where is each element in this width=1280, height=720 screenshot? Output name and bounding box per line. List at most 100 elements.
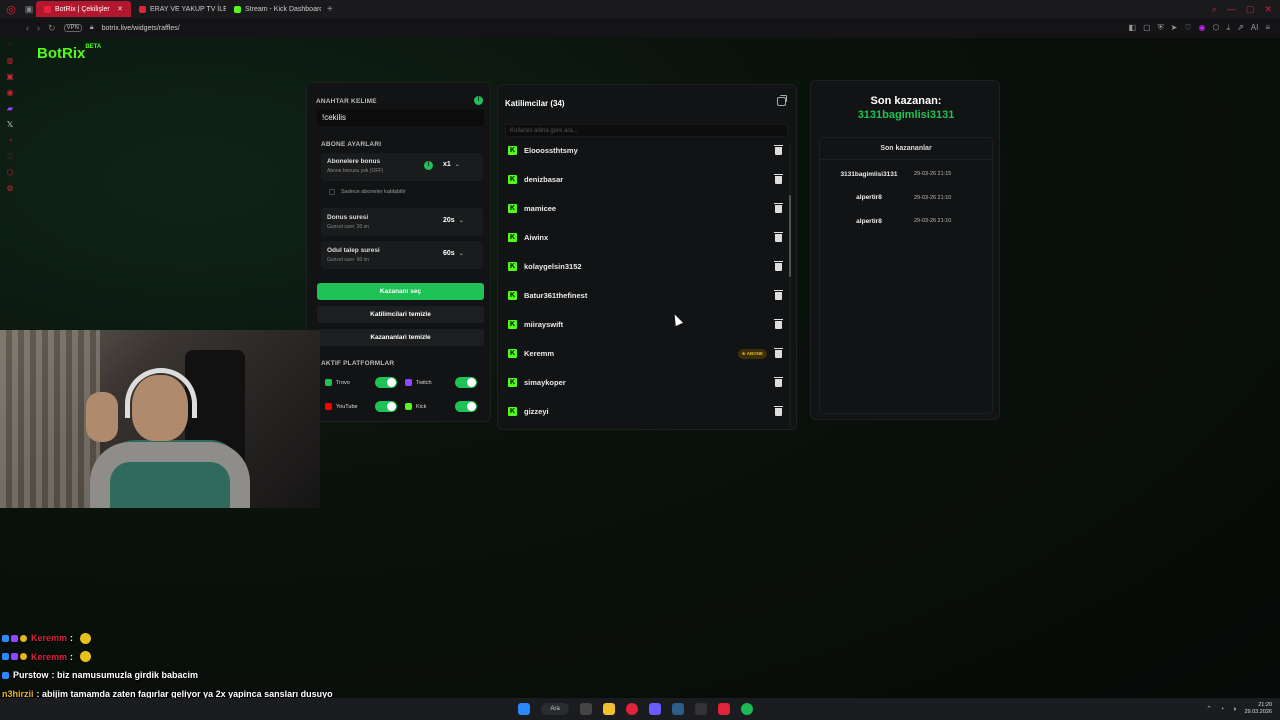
trash-icon[interactable] [774, 202, 783, 213]
trash-icon[interactable] [774, 318, 783, 329]
trash-icon[interactable] [774, 289, 783, 300]
task-view-icon[interactable] [580, 703, 592, 715]
badge-icon [11, 653, 18, 661]
trash-icon[interactable] [774, 376, 783, 387]
new-tab-button[interactable]: + [321, 4, 339, 15]
webcam-overlay [0, 330, 320, 508]
sub-bonus-info-icon[interactable]: ! [424, 161, 433, 170]
platform-toggle[interactable] [455, 401, 477, 412]
participants-scrollbar[interactable] [789, 145, 791, 427]
maximize-icon[interactable]: ▢ [1246, 4, 1255, 15]
platform-toggle[interactable] [455, 377, 477, 388]
instagram-icon[interactable]: ▣ [6, 72, 14, 81]
trash-icon[interactable] [774, 405, 783, 416]
messenger-icon[interactable]: ◍ [7, 56, 14, 65]
discord-icon[interactable] [649, 703, 661, 715]
info-icon[interactable]: ! [474, 96, 483, 105]
platform-kick: Kick [405, 401, 477, 412]
winner-date: 29-03-26 21:10 [914, 218, 952, 224]
participants-scroll-thumb[interactable] [789, 195, 791, 277]
platform-toggle[interactable] [375, 377, 397, 388]
chat-username: Keremm [31, 633, 68, 644]
botrix-logo[interactable]: BotRixBETA [37, 44, 101, 62]
reload-icon[interactable]: ↻ [48, 23, 56, 34]
browser-tab[interactable]: BotRix | Çekilişler ✕ [36, 1, 131, 17]
pick-winner-button[interactable]: Kazananı seç [317, 283, 484, 300]
heart-icon[interactable]: ♡ [1184, 23, 1191, 33]
opera-taskbar-icon[interactable] [626, 703, 638, 715]
clear-participants-button[interactable]: Katilimcilari temizle [317, 306, 484, 323]
platform-toggle[interactable] [375, 401, 397, 412]
workspaces-icon[interactable]: ▣ [22, 4, 36, 15]
duration-select[interactable]: 20s ⌄ [443, 217, 464, 224]
taskbar-search[interactable]: Ara [541, 703, 569, 715]
clock[interactable]: 21:20 29.03.2026 [1244, 702, 1272, 716]
cube-icon[interactable]: ⬡ [1213, 23, 1220, 33]
share-icon[interactable]: ⇗ [1237, 23, 1244, 33]
menu-icon[interactable]: ≡ [1265, 23, 1270, 33]
trash-icon[interactable] [774, 260, 783, 271]
tab-close-icon[interactable]: ✕ [117, 5, 123, 13]
aria-icon[interactable]: ◌ [8, 40, 13, 49]
spotify-icon[interactable] [741, 703, 753, 715]
browser-tab[interactable]: Stream - Kick Dashboard✕ [226, 1, 321, 17]
participant-search-input[interactable]: Kullanici adina gore ara... [505, 124, 788, 137]
windows-taskbar: Ara ⌃ ◔ ◑ 21:20 29.03.2026 [0, 698, 1280, 720]
send-icon[interactable]: ➤ [1171, 23, 1178, 33]
close-icon[interactable]: ✕ [1264, 4, 1272, 15]
bookmark-icon[interactable]: ♡ [6, 152, 13, 161]
opera-icon[interactable]: ◎ [0, 3, 22, 16]
forward-icon[interactable]: › [37, 23, 40, 33]
snapshot-icon[interactable]: ▢ [1143, 23, 1151, 33]
volume-icon[interactable]: ◑ [1232, 706, 1236, 713]
duration-value: 20s [443, 217, 455, 224]
trash-icon[interactable] [774, 144, 783, 155]
keyword-input[interactable]: !cekilis [317, 109, 484, 126]
history-icon[interactable]: ◔ [8, 136, 13, 145]
clear-winners-button[interactable]: Kazananlari temizle [317, 329, 484, 346]
sub-only-checkbox[interactable] [329, 189, 335, 195]
cube-side-icon[interactable]: ⬡ [7, 168, 14, 177]
badge-icon [2, 671, 9, 679]
sub-only-row[interactable]: Sadece aboneler katilabilir [329, 189, 406, 195]
file-explorer-icon[interactable] [603, 703, 615, 715]
toolbar-icons: ◧ ▢ ⛨ ➤ ♡ ◉ ⬡ ⤓ ⇗ AI ≡ [1129, 23, 1280, 33]
claim-select[interactable]: 60s ⌄ [443, 250, 464, 257]
participant-row: Ksimaykoper [505, 372, 783, 393]
sub-bonus-select[interactable]: x1 ⌄ [443, 161, 460, 168]
trash-icon[interactable] [774, 231, 783, 242]
pin-icon[interactable]: ◧ [1129, 23, 1137, 33]
x-icon[interactable]: 𝕏 [7, 120, 13, 129]
url-field[interactable]: botrix.live/widgets/raffles/ [102, 25, 180, 32]
app-icon[interactable] [718, 703, 730, 715]
whatsapp-icon[interactable]: ◉ [7, 88, 14, 97]
participant-name: Keremm [524, 349, 555, 358]
trash-icon[interactable] [774, 173, 783, 184]
badge-icon [11, 634, 18, 642]
search-tabs-icon[interactable]: ⌕ [1212, 4, 1217, 15]
network-icon[interactable]: ◔ [1220, 706, 1224, 713]
download-icon[interactable]: ⤓ [1227, 23, 1231, 33]
winner-name: 3131bagimlisi3131 [840, 170, 898, 178]
shield-icon[interactable]: ⛨ [1158, 23, 1164, 33]
minimize-icon[interactable]: — [1227, 4, 1236, 15]
obs-icon[interactable] [695, 703, 707, 715]
claim-value: 60s [443, 250, 455, 257]
copy-icon[interactable] [777, 95, 787, 106]
youtube-icon [325, 403, 332, 410]
kick-icon: K [508, 204, 517, 213]
trash-icon[interactable] [774, 347, 783, 358]
vpn-badge[interactable]: VPN [63, 24, 82, 32]
extension-icon[interactable]: ◉ [1199, 23, 1206, 33]
tray-chevron-icon[interactable]: ⌃ [1206, 705, 1212, 713]
back-icon[interactable]: ‹ [26, 23, 29, 33]
settings-icon[interactable]: ⚙ [6, 184, 13, 193]
participant-name: Elooossthtsmy [524, 146, 578, 155]
steam-icon[interactable] [672, 703, 684, 715]
platform-youtube: YouTube [325, 401, 397, 412]
windows-start-icon[interactable] [518, 703, 530, 715]
duration-title: Donus suresi [327, 214, 369, 221]
browser-tab[interactable]: ERAY VE YAKUP TV İLE K✕ [131, 1, 226, 17]
twitch-icon[interactable]: ▰ [7, 104, 13, 113]
ai-label[interactable]: AI [1251, 23, 1259, 33]
